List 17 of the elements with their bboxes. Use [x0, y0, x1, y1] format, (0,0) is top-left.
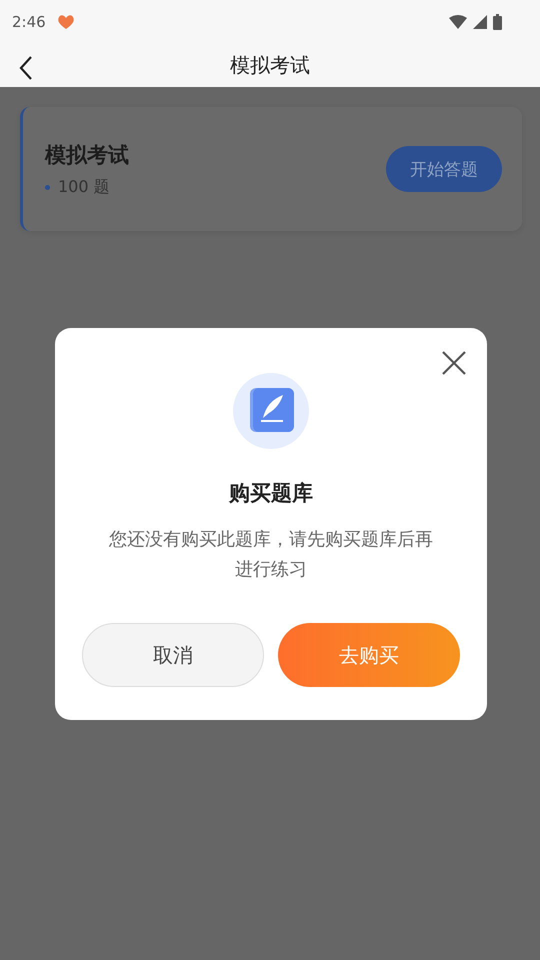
close-button[interactable] [441, 350, 467, 376]
quill-book-icon [233, 373, 309, 449]
status-time: 2:46 [12, 12, 46, 30]
cancel-button[interactable]: 取消 [82, 623, 264, 687]
signal-icon [473, 14, 487, 28]
battery-icon [493, 14, 502, 30]
buy-button[interactable]: 去购买 [278, 623, 460, 687]
page-title: 模拟考试 [230, 52, 310, 78]
start-button[interactable]: 开始答题 [386, 146, 502, 192]
back-icon [18, 55, 34, 81]
dialog-title: 购买题库 [229, 480, 313, 507]
bullet-icon [45, 184, 50, 190]
question-count: 100 题 [58, 176, 110, 198]
exam-title: 模拟考试 [45, 142, 129, 168]
wifi-icon [449, 14, 467, 28]
close-icon [441, 350, 467, 376]
dialog-message: 您还没有购买此题库，请先购买题库后再进行练习 [108, 528, 434, 582]
